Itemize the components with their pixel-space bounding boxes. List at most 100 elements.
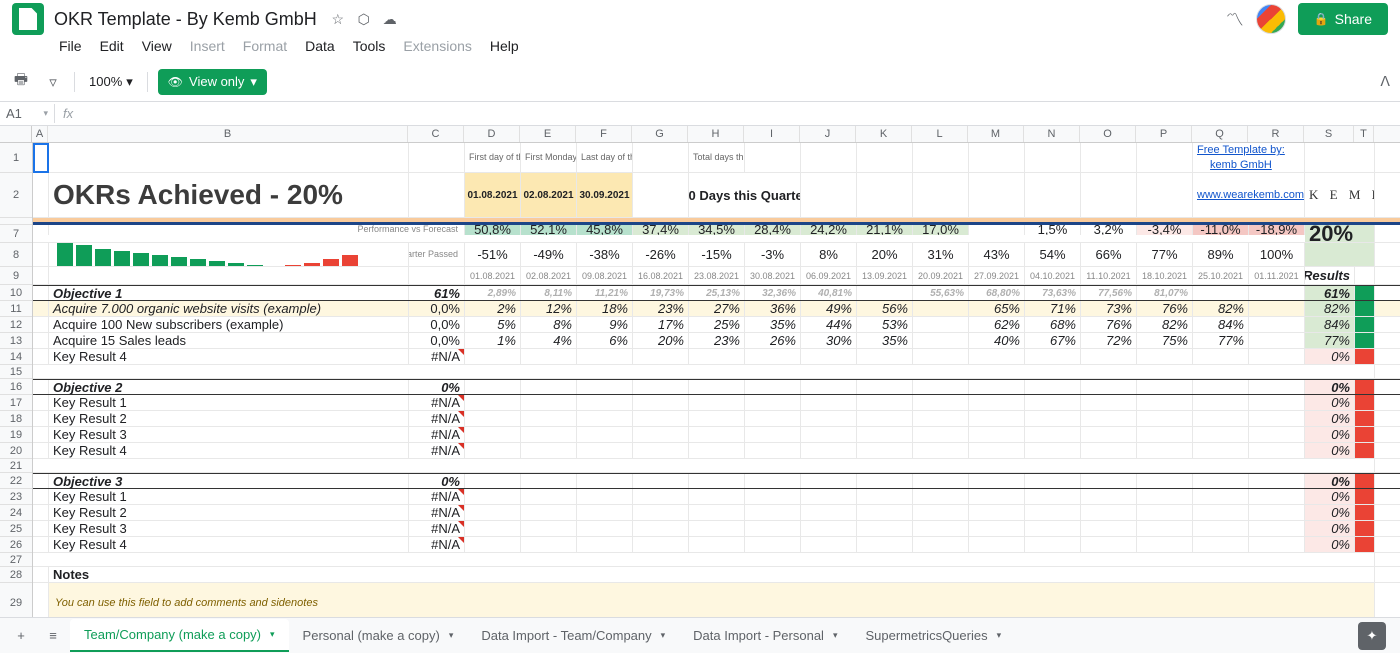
cell[interactable] [1081,427,1137,442]
qtr-value[interactable]: 100% [1249,243,1305,266]
cell[interactable] [801,537,857,552]
keyresult-result[interactable]: 84% [1305,317,1355,332]
keyresult-start[interactable]: #N/A [409,427,465,442]
keyresult-value[interactable] [745,349,801,364]
keyresult-value[interactable]: 1% [465,333,521,348]
row-header[interactable]: 13 [0,333,32,349]
week-date[interactable]: 01.08.2021 [465,267,521,284]
keyresult-value[interactable] [969,349,1025,364]
week-date[interactable]: 30.08.2021 [745,267,801,284]
row-header[interactable]: 25 [0,521,32,537]
keyresult-start[interactable]: #N/A [409,489,465,504]
keyresult-start[interactable]: #N/A [409,349,465,364]
col-header[interactable] [0,126,32,142]
cell[interactable] [969,380,1025,394]
keyresult-value[interactable] [689,349,745,364]
filter-icon[interactable]: ▿ [42,71,64,93]
qtr-value[interactable]: 66% [1081,243,1137,266]
cell[interactable] [1193,505,1249,520]
week-date[interactable]: 06.09.2021 [801,267,857,284]
name-box[interactable]: A1 [0,104,55,123]
cell[interactable] [1025,443,1081,458]
qtr-value[interactable]: 20% [857,243,913,266]
keyresult-result[interactable]: 0% [1305,411,1355,426]
keyresult-start[interactable]: 0,0% [409,333,465,348]
menu-file[interactable]: File [52,34,89,58]
row-header[interactable]: 8 [0,243,32,267]
keyresult-name[interactable]: Acquire 100 New subscribers (example) [49,317,409,332]
cell[interactable] [857,474,913,488]
keyresult-value[interactable]: 72% [1081,333,1137,348]
cell[interactable] [857,395,913,410]
cell[interactable] [857,537,913,552]
cell[interactable] [49,143,409,172]
row-header[interactable]: 28 [0,567,32,583]
cell[interactable] [1249,443,1305,458]
keyresult-value[interactable]: 49% [801,301,857,316]
cell[interactable] [33,349,49,364]
perf-value[interactable]: -11,0% [1193,225,1249,235]
cell[interactable] [465,411,521,426]
keyresult-value[interactable]: 82% [1193,301,1249,316]
cell[interactable] [913,521,969,536]
keyresult-result[interactable]: 0% [1305,349,1355,364]
row-header[interactable]: 24 [0,505,32,521]
cell[interactable] [577,521,633,536]
print-icon[interactable]: 🖶 [10,71,32,93]
cell[interactable] [801,489,857,504]
keyresult-value[interactable]: 77% [1193,333,1249,348]
cell[interactable] [801,521,857,536]
forecast-value[interactable]: 2,89% [465,286,521,300]
keyresult-value[interactable]: 71% [1025,301,1081,316]
cell[interactable] [689,489,745,504]
all-sheets-icon[interactable]: ≡ [38,621,68,651]
cell[interactable] [633,380,689,394]
cell[interactable] [633,521,689,536]
perf-label[interactable]: Performance vs Forecast [49,225,465,235]
objective-result[interactable]: 0% [1305,474,1355,488]
cell[interactable] [969,537,1025,552]
cell[interactable] [801,427,857,442]
cell[interactable] [49,267,409,284]
forecast-value[interactable]: 77,56% [1081,286,1137,300]
cell[interactable] [521,395,577,410]
forecast-value[interactable]: 8,11% [521,286,577,300]
cell[interactable] [633,143,689,172]
qtr-value[interactable]: -3% [745,243,801,266]
objective-result[interactable]: 61% [1305,286,1355,300]
keyresult-value[interactable] [857,349,913,364]
keyresult-value[interactable] [913,333,969,348]
col-header[interactable]: A [32,126,48,142]
cell[interactable] [801,474,857,488]
menu-extensions[interactable]: Extensions [396,34,478,58]
keyresult-value[interactable] [1081,349,1137,364]
formula-bar[interactable] [81,112,1400,116]
cell[interactable] [33,459,1375,472]
cell[interactable] [1081,395,1137,410]
cell[interactable] [1249,286,1305,300]
cell[interactable] [577,537,633,552]
perf-value[interactable]: 1,5% [1025,225,1081,235]
cell[interactable] [745,505,801,520]
keyresult-value[interactable]: 18% [577,301,633,316]
cell[interactable] [745,411,801,426]
keyresult-value[interactable]: 75% [1137,333,1193,348]
row-header[interactable]: 1 [0,143,32,173]
row-header[interactable]: 7 [0,225,32,243]
keyresult-value[interactable]: 35% [857,333,913,348]
forecast-value[interactable]: 81,07% [1137,286,1193,300]
cell[interactable] [409,143,465,172]
cell[interactable] [33,427,49,442]
row-header[interactable]: 23 [0,489,32,505]
menu-insert[interactable]: Insert [183,34,232,58]
move-icon[interactable]: ⬡ [355,10,373,28]
sheet-tab[interactable]: SupermetricsQueries [851,619,1015,652]
cell[interactable] [857,427,913,442]
cell[interactable] [577,380,633,394]
row-header[interactable] [0,218,32,225]
qtr-value[interactable]: -38% [577,243,633,266]
status-bar[interactable] [1355,286,1375,300]
cell[interactable] [633,474,689,488]
cell[interactable] [1137,537,1193,552]
date-first[interactable]: 01.08.2021 [465,173,521,217]
